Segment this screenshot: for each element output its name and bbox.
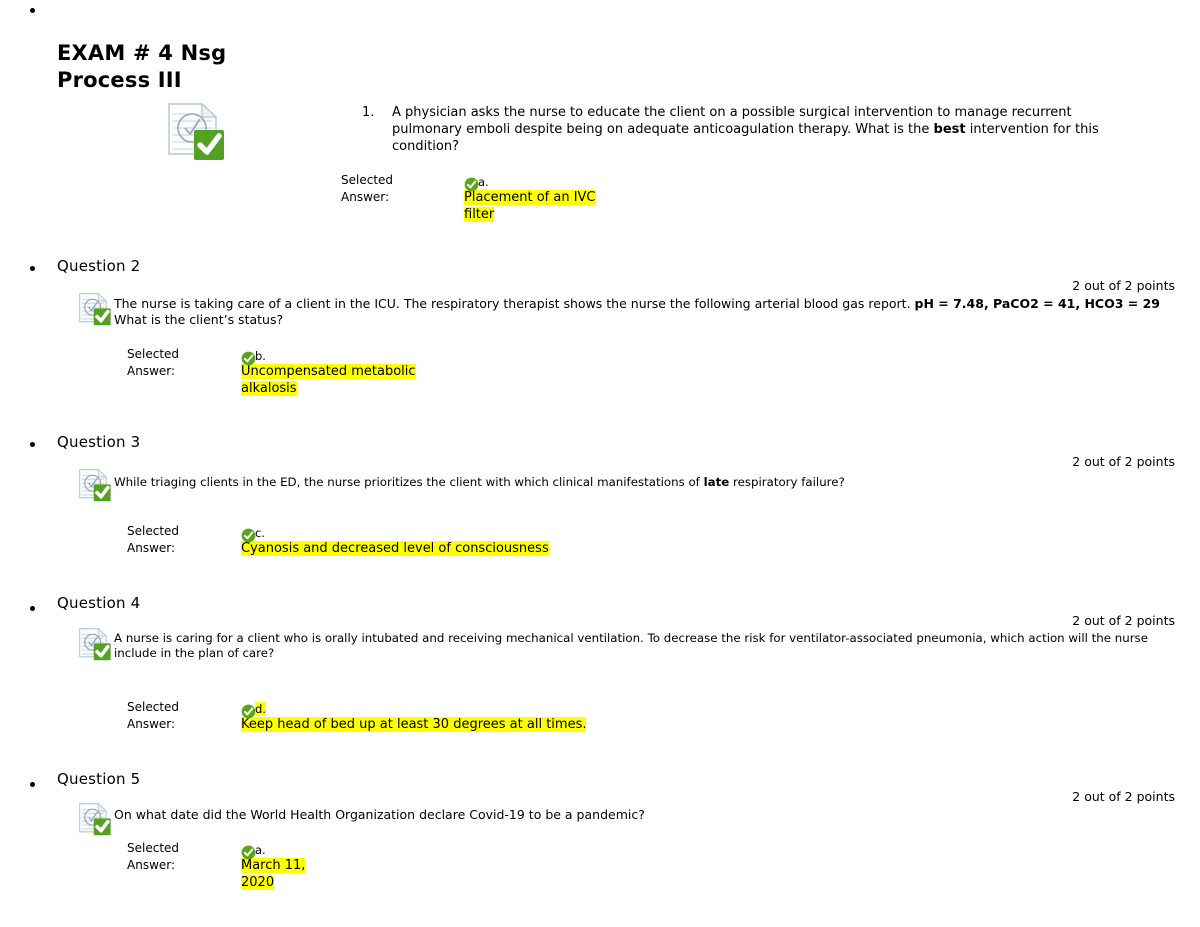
green-check-circle-icon [241,351,256,366]
question-points-2: 2 out of 2 points [1072,278,1175,293]
plain-text: respiratory failure? [729,475,845,489]
exam-review-page: EXAM # 4 Nsg Process III 1. A physician … [0,0,1200,927]
answer-text-line: filter [464,206,596,223]
emphasis-text: pH = 7.48, PaCO2 = 41, HCO3 = 29 [914,296,1161,311]
question-heading-4: Question 4 [57,594,141,612]
question-points-4: 2 out of 2 points [1072,613,1175,628]
answer-highlight: 2020 [241,875,275,890]
question-text-5: On what date did the World Health Organi… [114,807,1174,823]
selected-answer-label-4-line2: Answer: [127,717,176,731]
document-check-icon-q5 [79,802,111,836]
answer-text-line: Keep head of bed up at least 30 degrees … [241,716,587,733]
answer-highlight: Uncompensated metabolic [241,364,416,379]
selected-answer-label-4-line1: Selected [127,700,180,714]
selected-answer-value-3: c. Cyanosis and decreased level of consci… [241,523,549,557]
plain-text: The nurse is taking care of a client in … [114,296,915,311]
document-check-icon-q2 [79,292,111,326]
emphasis-text: best [933,122,966,137]
document-check-icon-q1 [168,102,224,160]
selected-answer-label-1-line2: Answer: [341,190,390,204]
answer-letter: d. [255,702,266,716]
answer-highlight: filter [464,207,495,222]
selected-answer-label-2-line1: Selected [127,347,180,361]
question-text-3: While triaging clients in the ED, the nu… [114,475,1174,490]
document-check-icon-q3 [79,468,111,502]
emphasis-text: late [703,475,730,489]
green-check-circle-icon [241,845,256,860]
page-title: EXAM # 4 Nsg Process III [57,40,226,94]
bullet-marker-q1 [30,8,35,13]
answer-highlight: Keep head of bed up at least 30 degrees … [241,717,587,732]
bullet-marker-q4 [30,606,35,611]
question-heading-5: Question 5 [57,770,141,788]
selected-answer-label-5-line1: Selected [127,841,180,855]
answer-letter: a. [478,175,489,189]
selected-answer-label-3-line1: Selected [127,524,180,538]
question-text-1: A physician asks the nurse to educate th… [392,104,1132,155]
answer-letter-row: d. [241,699,586,719]
selected-answer-label-3-line2: Answer: [127,541,176,555]
question-heading-3: Question 3 [57,433,141,451]
answer-letter-row: c. [241,523,549,543]
answer-highlight: Cyanosis and decreased level of consciou… [241,541,549,556]
selected-answer-label-1-line1: Selected [341,173,394,187]
question-heading-2: Question 2 [57,257,141,275]
selected-answer-value-1: a. Placement of an IVC filter [464,172,596,223]
plain-text: On what date did the World Health Organi… [114,807,645,822]
answer-highlight: March 11, [241,858,306,873]
plain-text: A nurse is caring for a client who is or… [114,631,1148,660]
selected-answer-label-3: Selected Answer: [127,523,179,557]
green-check-circle-icon [241,528,256,543]
selected-answer-value-5: a. March 11, 2020 [241,840,306,891]
answer-text-line: Cyanosis and decreased level of consciou… [241,540,549,557]
answer-letter-row: b. [241,346,416,366]
answer-text-line: alkalosis [241,380,416,397]
answer-letter: b. [255,349,266,363]
selected-answer-label-1: Selected Answer: [341,172,393,206]
question-points-5: 2 out of 2 points [1072,789,1175,804]
answer-letter: a. [255,843,266,857]
answer-text-line: 2020 [241,874,305,891]
answer-text-line: Placement of an IVC [464,189,596,206]
selected-answer-label-2: Selected Answer: [127,346,179,380]
selected-answer-label-2-line2: Answer: [127,364,176,378]
question-text-2: The nurse is taking care of a client in … [114,296,1174,328]
question-text-4: A nurse is caring for a client who is or… [114,631,1174,661]
bullet-marker-q3 [30,442,35,447]
selected-answer-label-5: Selected Answer: [127,840,179,874]
plain-text: What is the client’s status? [114,312,284,327]
page-title-line-2: Process III [57,68,182,92]
answer-text-line: Uncompensated metabolic [241,363,416,380]
answer-highlight: alkalosis [241,381,297,396]
answer-letter: c. [255,526,265,540]
answer-letter-row: a. [464,172,596,192]
page-title-line-1: EXAM # 4 Nsg [57,41,227,65]
selected-answer-value-2: b. Uncompensated metabolic alkalosis [241,346,416,397]
answer-letter-row: a. [241,840,305,860]
green-check-circle-icon [241,704,256,719]
green-check-circle-icon [464,177,479,192]
selected-answer-label-5-line2: Answer: [127,858,176,872]
bullet-marker-q5 [30,782,35,787]
question-number-1: 1. [362,105,375,120]
document-check-icon-q4 [79,627,111,661]
plain-text: While triaging clients in the ED, the nu… [114,475,704,489]
selected-answer-value-4: d. Keep head of bed up at least 30 degree… [241,699,587,733]
answer-highlight: Placement of an IVC [464,190,596,205]
selected-answer-label-4: Selected Answer: [127,699,179,733]
bullet-marker-q2 [30,266,35,271]
question-points-3: 2 out of 2 points [1072,454,1175,469]
